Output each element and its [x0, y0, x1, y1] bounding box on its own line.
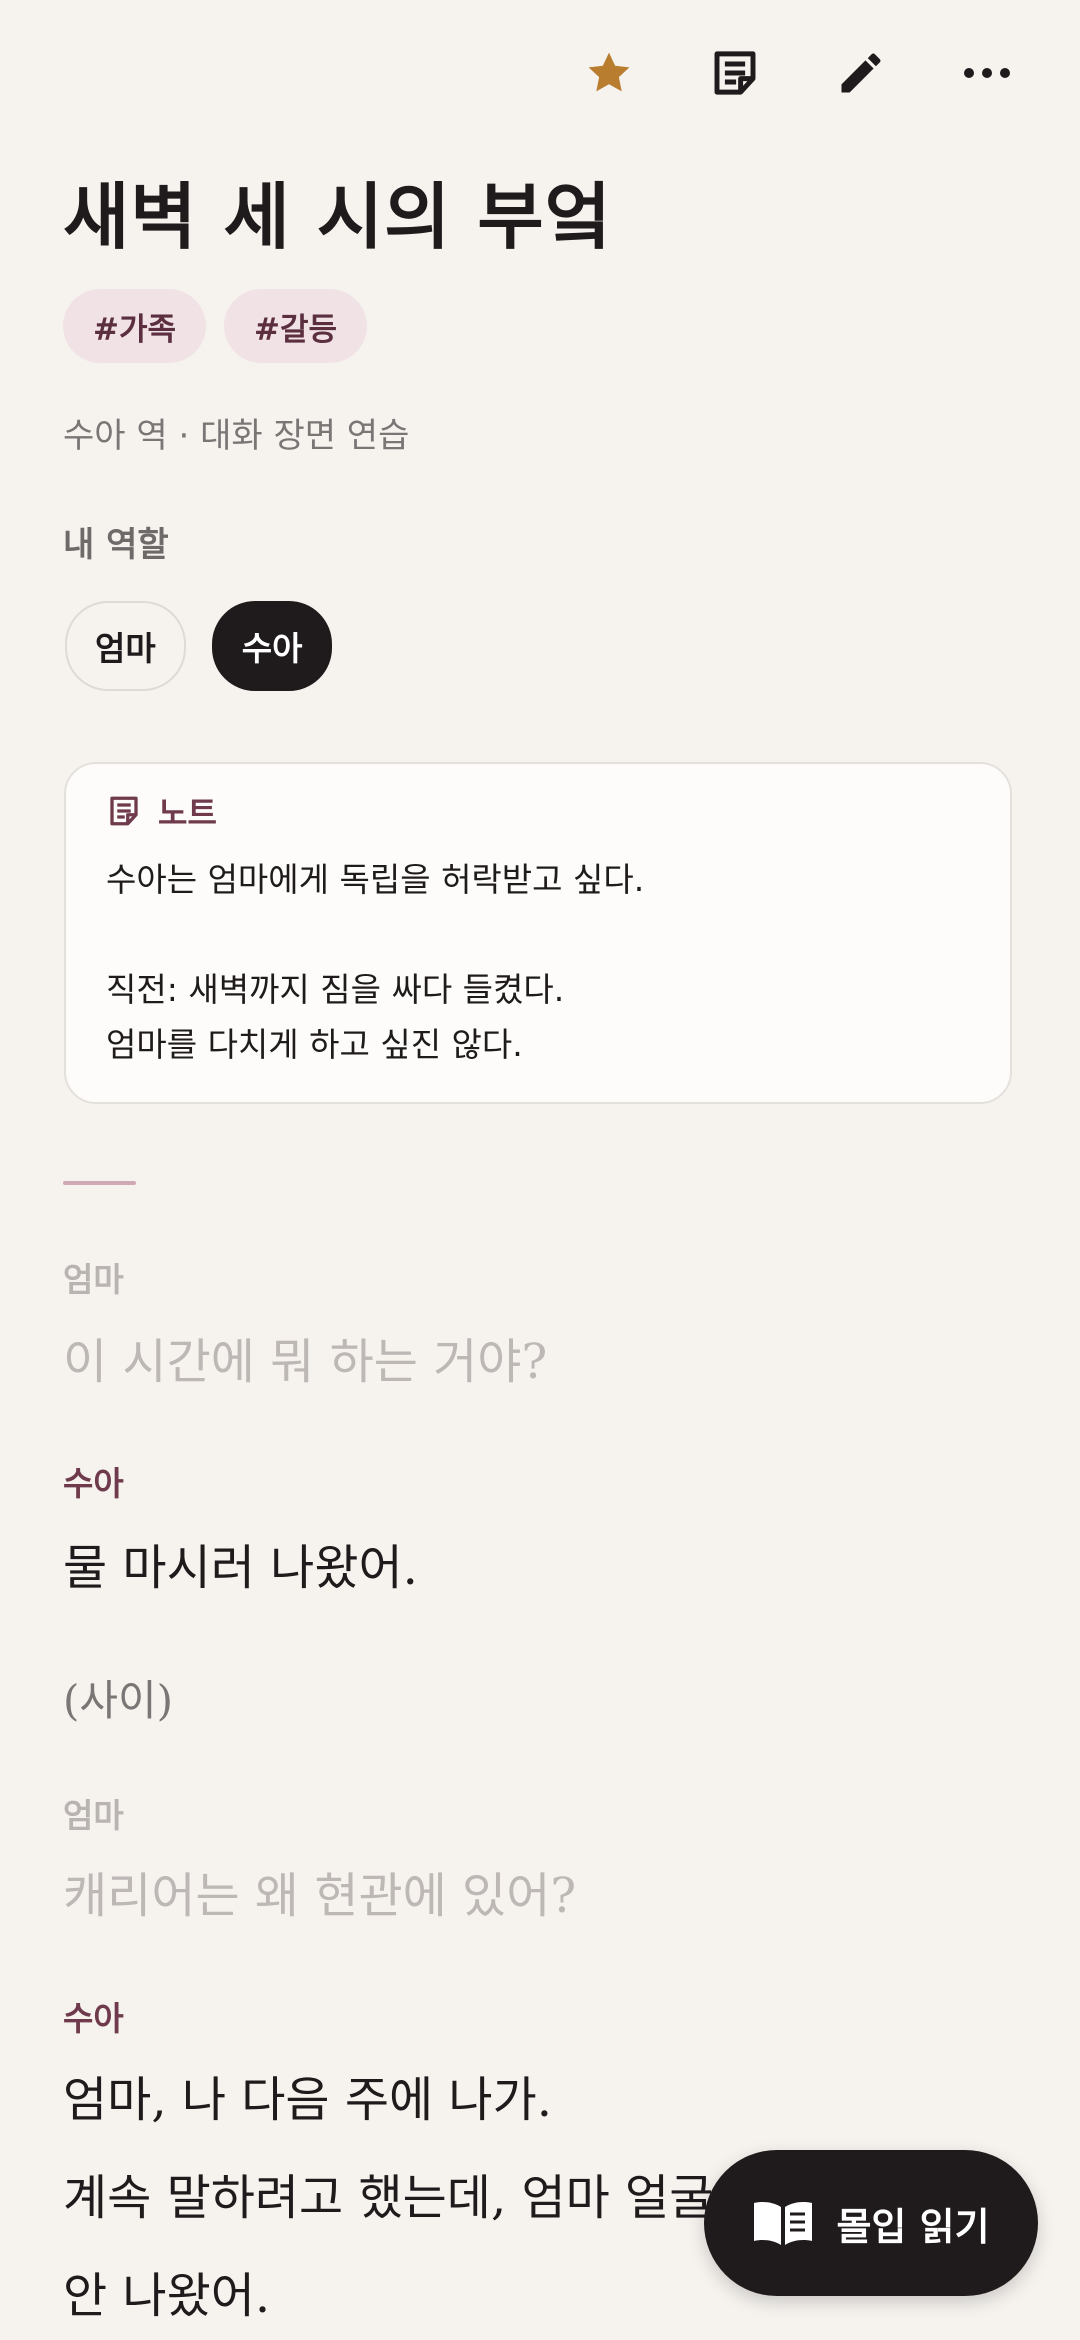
- note-title: 노트: [158, 794, 217, 832]
- section-divider: [63, 1181, 136, 1185]
- immersive-read-label: 몰입 읽기: [836, 2204, 990, 2249]
- star-icon: [588, 52, 630, 92]
- dialogue-line: 물 마시러 나왔어.: [63, 1540, 418, 1596]
- dialogue-line: 계속 말하려고 했는데, 엄마 얼굴: [63, 2170, 714, 2226]
- note-icon: [110, 796, 138, 826]
- edit-button[interactable]: [798, 40, 924, 106]
- role-section-label: 내 역할: [63, 525, 169, 565]
- tag-chip[interactable]: #가족: [63, 289, 207, 363]
- edit-icon: [841, 53, 881, 93]
- note-body: 수아는 엄마에게 독립을 허락받고 싶다. 직전: 새벽까지 짐을 싸다 들켰다…: [106, 860, 645, 1064]
- toolbar: [546, 40, 1050, 106]
- dialogue-speaker: 수아: [63, 1464, 124, 1503]
- dialogue-line: 이 시간에 뭐 하는 거야?: [63, 1334, 548, 1390]
- note-header: 노트: [106, 790, 970, 832]
- role-option-mom[interactable]: 엄마: [65, 601, 186, 691]
- tag-list: #가족 #갈등: [63, 289, 368, 363]
- dialogue-speaker: 엄마: [63, 1260, 124, 1299]
- scene-subtitle: 수아 역 · 대화 장면 연습: [63, 416, 410, 456]
- notes-button[interactable]: [672, 40, 798, 106]
- dialogue-line: 안 나왔어.: [63, 2268, 271, 2324]
- notes-icon: [714, 51, 756, 95]
- open-book-icon: [754, 2202, 813, 2245]
- dialogue-line: 엄마, 나 다음 주에 나가.: [63, 2072, 552, 2128]
- immersive-read-button[interactable]: 몰입 읽기: [704, 2150, 1038, 2296]
- more-icon: [964, 68, 1010, 78]
- tag-chip[interactable]: #갈등: [224, 289, 368, 363]
- role-option-sua[interactable]: 수아: [211, 601, 333, 691]
- scene-title: 새벽 세 시의 부엌: [63, 174, 612, 259]
- stage-direction: (사이): [63, 1676, 174, 1725]
- favorite-button[interactable]: [546, 40, 672, 106]
- note-card[interactable]: 노트 수아는 엄마에게 독립을 허락받고 싶다. 직전: 새벽까지 짐을 싸다 …: [64, 762, 1012, 1104]
- dialogue-speaker: 엄마: [63, 1796, 124, 1835]
- more-options-button[interactable]: [924, 40, 1050, 106]
- dialogue-speaker: 수아: [63, 1999, 124, 2038]
- role-selector: 엄마 수아: [65, 601, 333, 691]
- dialogue-line: 캐리어는 왜 현관에 있어?: [63, 1868, 577, 1924]
